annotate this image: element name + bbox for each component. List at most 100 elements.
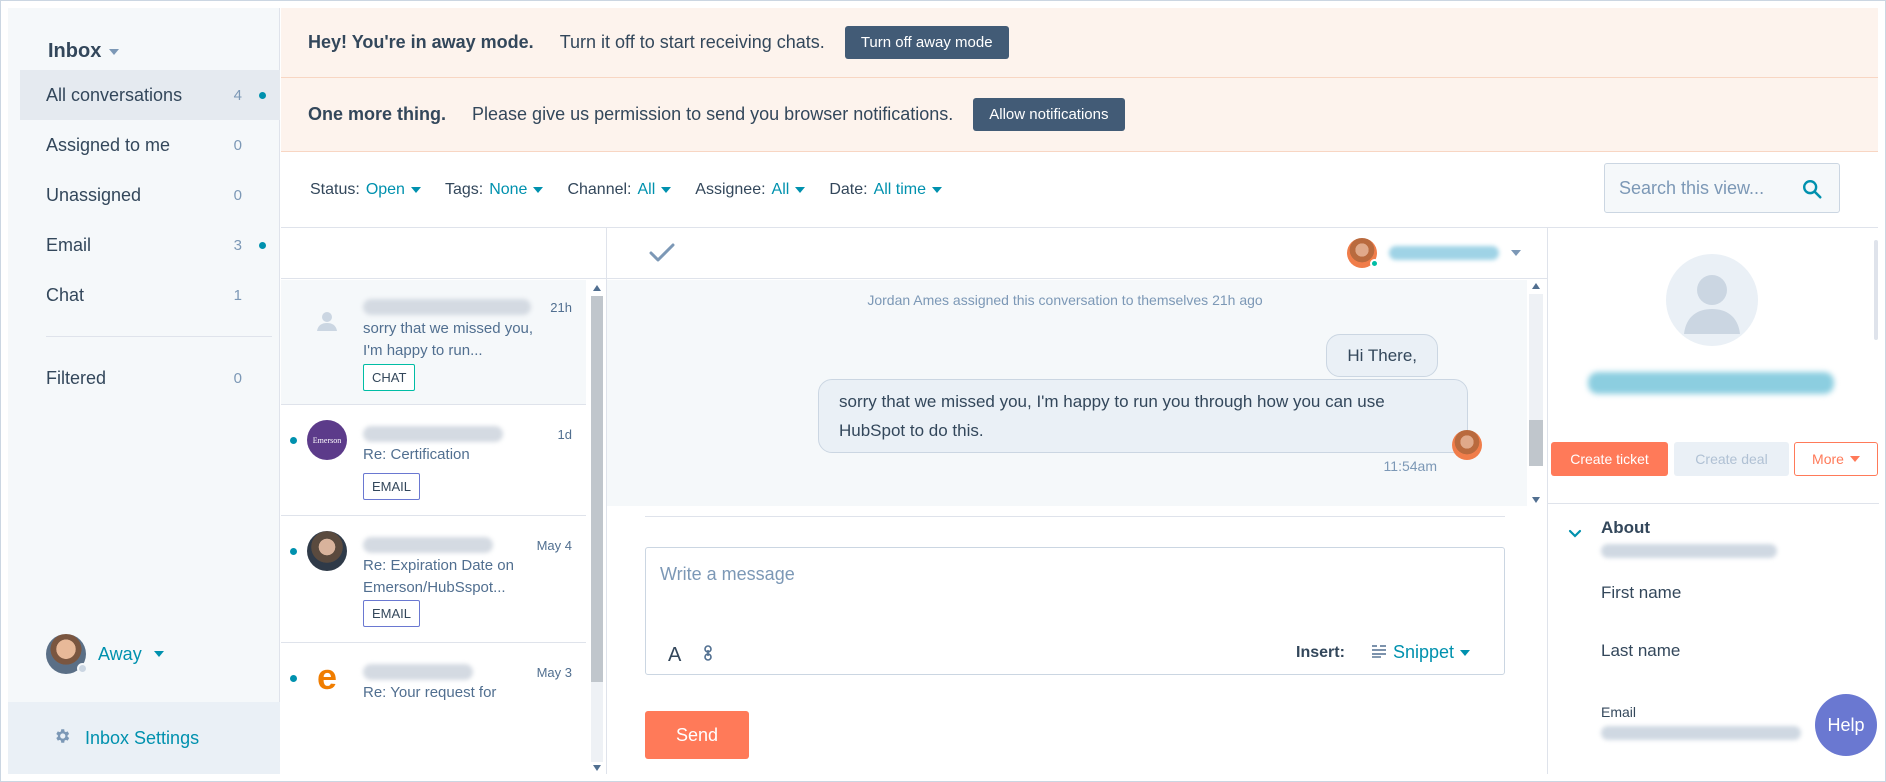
assignee-filter[interactable]: Assignee: All — [695, 180, 806, 199]
allow-notifications-button[interactable]: Allow notifications — [973, 98, 1125, 131]
create-deal-button[interactable]: Create deal — [1674, 442, 1789, 476]
filter-label: Assignee: — [695, 180, 766, 198]
avatar — [307, 531, 347, 571]
assignment-note: Jordan Ames assigned this conversation t… — [867, 292, 1263, 308]
send-button[interactable]: Send — [645, 711, 749, 759]
snippet-label: Snippet — [1392, 642, 1454, 662]
filter-label: Channel: — [567, 180, 632, 198]
conversation-preview: Re: Certification — [363, 446, 470, 463]
inbox-settings-label: Inbox Settings — [85, 727, 200, 748]
message-timestamp: 11:54am — [1383, 458, 1437, 474]
inbox-switcher[interactable]: Inbox — [48, 40, 120, 63]
assignee-selector[interactable] — [1347, 238, 1521, 268]
conversation-preview: sorry that we missed you, I'm happy to r… — [363, 320, 534, 359]
scrollbar-thumb[interactable] — [1529, 420, 1543, 466]
status-filter[interactable]: Status: Open — [310, 181, 421, 199]
sidebar-item-assigned-to-me[interactable]: Assigned to me 0 — [20, 120, 280, 170]
text-format-icon[interactable]: A — [668, 644, 681, 667]
sidebar-item-chat[interactable]: Chat 1 — [20, 270, 280, 320]
tags-filter[interactable]: Tags: None — [445, 181, 544, 199]
about-section-title[interactable]: About — [1601, 518, 1650, 538]
scrollbar-thumb[interactable] — [591, 296, 603, 682]
chevron-down-icon — [661, 186, 672, 193]
channel-badge: EMAIL — [363, 473, 421, 500]
list-item[interactable]: 21h sorry that we missed you, I'm happy … — [281, 280, 586, 405]
sidebar-item-count: 0 — [233, 186, 242, 204]
sidebar-item-label: Chat — [46, 284, 85, 305]
unread-dot-icon — [290, 548, 297, 555]
turn-off-away-mode-button[interactable]: Turn off away mode — [844, 26, 1009, 59]
banner-message: Please give us permission to send you br… — [472, 104, 954, 124]
chevron-down-icon — [932, 186, 943, 193]
conversation-time: 21h — [550, 300, 572, 315]
conversation-preview: Re: Your request for — [363, 684, 497, 701]
editor-toolbar: A — [668, 644, 713, 667]
more-button[interactable]: More — [1794, 442, 1878, 476]
message-placeholder: Write a message — [660, 564, 795, 584]
message-editor[interactable]: Write a message A Insert: Snippet — [645, 547, 1505, 675]
contact-panel: Create ticket Create deal More About Fir… — [1547, 228, 1879, 774]
sidebar-item-count: 1 — [233, 286, 242, 304]
composer-divider — [645, 516, 1505, 517]
sidebar-item-label: Assigned to me — [46, 134, 171, 155]
scroll-up-icon — [1532, 283, 1540, 289]
last-name-field-label[interactable]: Last name — [1601, 641, 1680, 661]
filter-value: Open — [365, 180, 405, 198]
chevron-down-icon — [1460, 649, 1470, 656]
insert-controls: Insert: Snippet — [1296, 642, 1470, 663]
channel-badge: CHAT — [363, 364, 416, 391]
conversation-time: 1d — [557, 427, 572, 442]
sidebar-item-all-conversations[interactable]: All conversations 4 — [20, 70, 280, 120]
assignee-name-redacted — [1389, 246, 1499, 260]
presence-indicator — [77, 663, 88, 674]
scroll-up-icon — [593, 285, 601, 291]
chevron-down-icon[interactable] — [1568, 526, 1582, 544]
list-item[interactable]: e May 3 Re: Your request for — [281, 644, 586, 774]
create-ticket-button[interactable]: Create ticket — [1551, 442, 1668, 476]
sidebar-item-email[interactable]: Email 3 — [20, 220, 280, 270]
thread-header — [607, 228, 1547, 279]
contact-name-redacted — [363, 537, 493, 553]
contact-name-redacted — [363, 664, 473, 680]
first-name-field-label[interactable]: First name — [1601, 583, 1681, 603]
contact-name-redacted — [363, 426, 503, 442]
message-bubble: sorry that we missed you, I'm happy to r… — [818, 379, 1468, 453]
unread-dot-icon — [259, 91, 266, 99]
nav-divider — [46, 336, 272, 337]
list-item[interactable]: May 4 Re: Expiration Date on Emerson/Hub… — [281, 517, 586, 643]
sidebar-item-unassigned[interactable]: Unassigned 0 — [20, 170, 280, 220]
list-item[interactable]: Emerson 1d Re: Certification EMAIL — [281, 406, 586, 516]
email-field-label[interactable]: Email — [1601, 704, 1636, 720]
snippet-menu[interactable]: Snippet — [1371, 642, 1470, 663]
banner-message: Turn it off to start receiving chats. — [559, 32, 825, 52]
sidebar-item-count: 4 — [233, 86, 242, 104]
chevron-down-icon — [1849, 456, 1860, 462]
link-icon[interactable] — [703, 645, 713, 666]
inbox-sidebar: Inbox All conversations 4 Assigned to me… — [8, 8, 280, 774]
more-label: More — [1812, 451, 1844, 467]
channel-filter[interactable]: Channel: All — [567, 180, 672, 199]
scroll-down-icon — [1532, 497, 1540, 503]
filter-label: Date: — [829, 180, 868, 198]
search-icon[interactable] — [1801, 178, 1823, 205]
sidebar-item-count: 3 — [233, 236, 242, 254]
unread-dot-icon — [290, 675, 297, 682]
date-filter[interactable]: Date: All time — [829, 180, 943, 199]
conversation-preview: Re: Expiration Date on Emerson/HubSspot.… — [363, 557, 514, 596]
avatar: e — [307, 656, 347, 697]
conversation-list-scrollbar[interactable] — [588, 284, 603, 772]
email-value-redacted — [1601, 726, 1801, 740]
search-input[interactable]: Search this view... — [1604, 163, 1840, 213]
contact-panel-scrollbar[interactable] — [1874, 240, 1878, 340]
conversation-list-header — [281, 228, 606, 279]
conversation-list: 21h sorry that we missed you, I'm happy … — [281, 228, 607, 774]
availability-toggle[interactable]: Away — [46, 634, 164, 674]
channel-badge: EMAIL — [363, 600, 421, 627]
check-icon[interactable] — [647, 240, 677, 271]
sidebar-item-filtered[interactable]: Filtered 0 — [20, 353, 280, 403]
svg-text:Emerson: Emerson — [313, 436, 341, 445]
help-button[interactable]: Help — [1815, 694, 1877, 756]
availability-label: Away — [98, 643, 142, 664]
inbox-settings-link[interactable]: Inbox Settings — [8, 702, 280, 774]
thread-scrollbar[interactable] — [1529, 280, 1543, 506]
